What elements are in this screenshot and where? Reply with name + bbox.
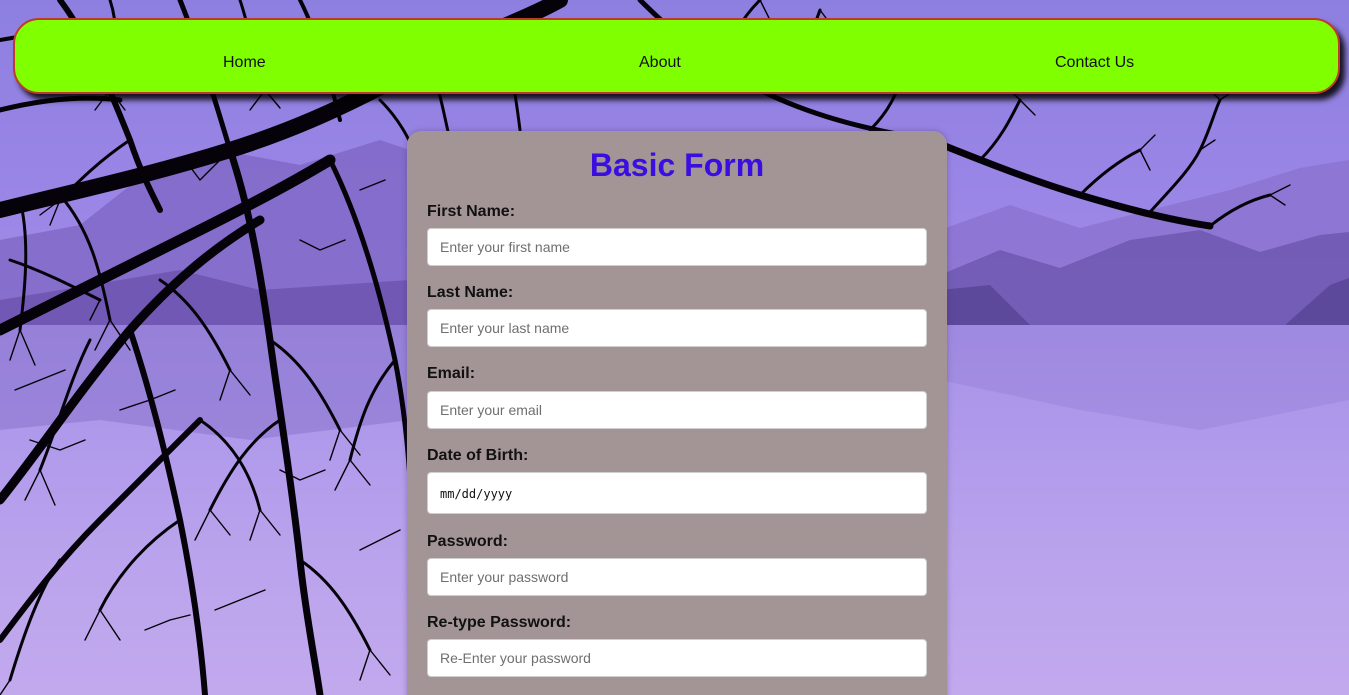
retype-password-label: Re-type Password:	[427, 614, 572, 631]
email-input[interactable]	[427, 391, 927, 429]
top-navbar: Home About Contact Us	[13, 18, 1340, 94]
password-input[interactable]	[427, 558, 927, 596]
last-name-label: Last Name:	[427, 284, 514, 301]
retype-password-input[interactable]	[427, 639, 927, 677]
first-name-input[interactable]	[427, 228, 927, 266]
password-label: Password:	[427, 533, 508, 550]
nav-link-home[interactable]: Home	[223, 54, 266, 72]
date-of-birth-input[interactable]: mm/dd/yyyy	[427, 472, 927, 514]
basic-form-card: Basic Form First Name: Last Name: Email:…	[407, 131, 947, 695]
date-of-birth-placeholder: mm/dd/yyyy	[440, 487, 513, 501]
date-of-birth-label: Date of Birth:	[427, 447, 529, 464]
nav-link-contact-us[interactable]: Contact Us	[1055, 54, 1134, 72]
nav-link-about[interactable]: About	[639, 54, 681, 72]
email-label: Email:	[427, 365, 476, 382]
form-title: Basic Form	[589, 147, 765, 183]
last-name-input[interactable]	[427, 309, 927, 347]
first-name-label: First Name:	[427, 203, 516, 220]
